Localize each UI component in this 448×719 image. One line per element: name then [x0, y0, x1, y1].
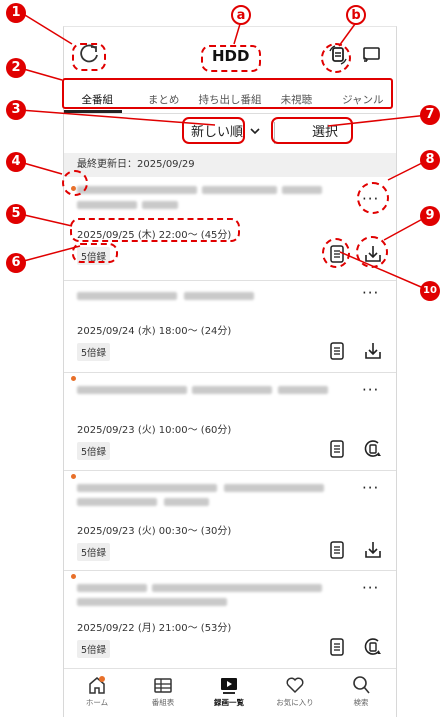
annotation-tab-bar: [62, 78, 393, 109]
marker-4: 4: [6, 152, 26, 172]
annotation-storage-title: [201, 45, 261, 72]
marker-5: 5: [6, 204, 26, 224]
annotation-storage-switch: [321, 43, 351, 73]
annotation-details: [322, 238, 350, 268]
annotation-unwatched: [62, 170, 88, 196]
annotation-download: [356, 236, 388, 268]
annotation-refresh: [72, 43, 106, 71]
annotation-select: [271, 117, 353, 144]
annotation-badge: [72, 243, 118, 263]
marker-2: 2: [6, 58, 26, 78]
marker-6: 6: [6, 253, 26, 273]
marker-a: a: [231, 5, 251, 25]
marker-10: 10: [420, 281, 440, 301]
marker-9: 9: [420, 206, 440, 226]
marker-b: b: [346, 5, 366, 25]
annotation-sort: [182, 117, 245, 144]
marker-3: 3: [6, 100, 26, 120]
marker-1: 1: [6, 3, 26, 23]
annotation-datetime: [70, 218, 240, 242]
marker-8: 8: [420, 150, 440, 170]
marker-7: 7: [420, 105, 440, 125]
annotation-more: [357, 182, 389, 214]
